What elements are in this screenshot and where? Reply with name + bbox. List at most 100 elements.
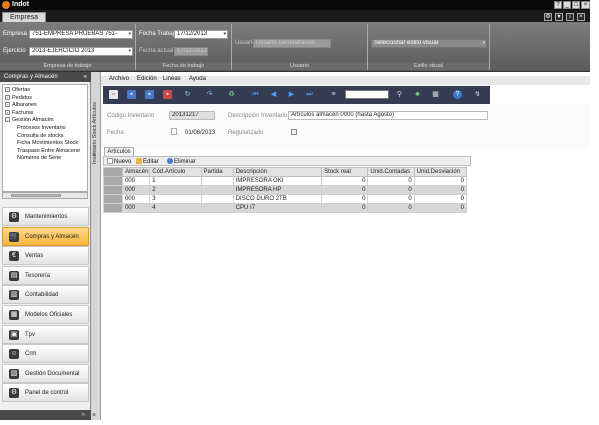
module-button[interactable]: ⚙ Mantenimientos — [2, 207, 89, 226]
module-button[interactable]: ▣ Tpv — [2, 324, 89, 344]
maximize-button[interactable]: □ — [572, 1, 580, 9]
toolbar-search-input[interactable] — [345, 90, 389, 99]
table-cell[interactable]: 0 — [321, 176, 369, 186]
menu-edicion[interactable]: Edición — [137, 76, 157, 82]
next-record-icon[interactable]: ▶ — [287, 90, 296, 99]
module-button[interactable]: ▤ Tesorería — [2, 265, 89, 285]
close-icon[interactable]: × — [92, 412, 96, 419]
search-icon[interactable]: ⚲ — [395, 90, 404, 99]
table-row[interactable]: 000 4 CPU I7 0 0 0 — [102, 203, 468, 213]
navigation-panel-footer[interactable]: » — [0, 410, 91, 420]
tree-item[interactable]: + Facturas — [5, 109, 33, 116]
table-cell[interactable]: 000 — [122, 194, 151, 204]
table-cell[interactable] — [200, 194, 234, 204]
menu-lineas[interactable]: Lineas — [163, 76, 181, 82]
tab-articulos[interactable]: Artículos — [104, 147, 134, 156]
table-cell[interactable]: 0 — [367, 203, 415, 213]
list-icon[interactable]: ≡ — [329, 90, 338, 99]
column-header-stock-real[interactable]: Stock real — [321, 167, 369, 177]
tree-item[interactable]: + Ofertas — [5, 87, 30, 93]
column-header-descripcion[interactable]: Descripción — [232, 167, 323, 177]
settings-icon[interactable]: ⚙ — [544, 13, 552, 21]
recycle-icon[interactable]: ♻ — [227, 90, 236, 99]
menu-ayuda[interactable]: Ayuda — [189, 76, 206, 82]
descripcion-inventario-field[interactable]: Artículos almacén 0000 (hasta Agosto) — [288, 111, 488, 120]
calculator-icon[interactable]: ▦ — [431, 90, 440, 99]
close-document-icon[interactable]: × — [92, 152, 96, 159]
tree-horizontal-scrollbar[interactable] — [2, 192, 88, 199]
table-row[interactable]: 000 1 IMPRESORA OKI 0 0 0 — [102, 176, 468, 186]
empresa-select[interactable]: 751-EMPRESA PRUEBAS 751- ▾ — [29, 30, 133, 39]
expand-icon[interactable]: + — [5, 87, 10, 92]
module-button[interactable]: ▧ Gestión Documental — [2, 363, 89, 383]
table-cell[interactable]: 0 — [367, 185, 415, 195]
editar-button[interactable]: Editar — [136, 158, 159, 165]
table-cell[interactable]: 2 — [149, 185, 202, 195]
tree-item[interactable]: + Pedidos — [5, 94, 32, 101]
tree-item[interactable]: Números de Serie — [17, 155, 61, 161]
module-button[interactable]: ▥ Contabilidad — [2, 285, 89, 305]
tree-item[interactable]: - Gestión Almacén — [5, 117, 54, 123]
last-record-icon[interactable]: ⏭ — [305, 90, 314, 99]
tree-item[interactable]: Consulta de stocks — [17, 133, 63, 139]
table-cell[interactable]: 0 — [413, 194, 468, 204]
users-icon[interactable]: ♣ — [413, 90, 422, 99]
tree-item[interactable]: + Albaranes — [5, 102, 37, 108]
table-cell[interactable]: 4 — [149, 203, 202, 213]
table-cell[interactable]: 000 — [122, 203, 151, 213]
exit-icon[interactable]: × — [577, 13, 585, 21]
calendar-icon[interactable] — [171, 128, 177, 135]
module-button[interactable]: ☺ Crm — [2, 344, 89, 364]
new-document-icon[interactable]: ▫ — [109, 90, 118, 99]
close-button[interactable]: × — [581, 1, 590, 9]
column-header-partida[interactable]: Partida — [200, 167, 234, 177]
table-cell[interactable]: 0 — [321, 185, 369, 195]
table-cell[interactable]: IMPRESORA HP — [232, 185, 323, 195]
table-cell[interactable] — [200, 176, 234, 186]
table-cell[interactable]: 3 — [149, 194, 202, 204]
save-as-icon[interactable]: ▪ — [145, 90, 154, 99]
save-icon[interactable]: ▾ — [555, 13, 563, 21]
row-selector[interactable] — [102, 194, 124, 204]
previous-record-icon[interactable]: ◀ — [269, 90, 278, 99]
table-cell[interactable]: 0 — [367, 176, 415, 186]
column-header-unid-contadas[interactable]: Unid.Contadas — [367, 167, 415, 177]
table-cell[interactable]: DISCO DURO 2TB — [232, 194, 323, 204]
column-header-unid-desviacion[interactable]: Unid.Desviación — [413, 167, 468, 177]
table-cell[interactable] — [200, 185, 234, 195]
codigo-inventario-field[interactable]: 20131217 — [169, 111, 215, 120]
table-cell[interactable]: 1 — [149, 176, 202, 186]
fecha-trabajo-input[interactable]: 17/12/2013 ▾ — [174, 30, 228, 39]
table-cell[interactable] — [200, 203, 234, 213]
help-icon[interactable]: ? — [554, 1, 562, 9]
collapse-icon[interactable]: - — [5, 117, 10, 123]
table-cell[interactable]: 0 — [321, 194, 369, 204]
tree-item[interactable]: Ficha Movimientos Stock — [17, 140, 78, 146]
table-cell[interactable]: 000 — [122, 185, 151, 195]
table-cell[interactable]: 000 — [122, 176, 151, 186]
ribbon-tab-empresa[interactable]: Empresa — [2, 12, 46, 22]
save-icon[interactable]: ▪ — [127, 90, 136, 99]
row-selector[interactable] — [102, 185, 124, 195]
table-cell[interactable]: CPU I7 — [232, 203, 323, 213]
info-icon[interactable]: i — [566, 13, 574, 21]
module-button[interactable]: 🛒 Compras y Almacén — [2, 226, 89, 246]
ejercicio-select[interactable]: 2013-EJERCICIO 2013 ▾ — [29, 47, 133, 56]
tree-item[interactable]: Procesos Inventario — [17, 125, 66, 131]
table-cell[interactable]: 0 — [413, 176, 468, 186]
collapse-icon[interactable]: « — [84, 72, 87, 82]
table-cell[interactable]: 0 — [321, 203, 369, 213]
expand-icon[interactable]: + — [5, 109, 10, 115]
table-cell[interactable]: IMPRESORA OKI — [232, 176, 323, 186]
menu-archivo[interactable]: Archivo — [109, 76, 129, 82]
eliminar-button[interactable]: Eliminar — [167, 158, 196, 165]
table-cell[interactable]: 0 — [367, 194, 415, 204]
expand-icon[interactable]: + — [5, 102, 10, 108]
delete-icon[interactable]: ▪ — [163, 90, 172, 99]
help-icon[interactable]: ? — [453, 90, 462, 99]
redo-icon[interactable]: ↷ — [205, 90, 214, 99]
minimize-button[interactable]: _ — [563, 1, 571, 9]
table-row[interactable]: 000 2 IMPRESORA HP 0 0 0 — [102, 185, 468, 195]
column-header-almacen[interactable]: Almacén — [122, 167, 151, 177]
row-selector[interactable] — [102, 176, 124, 186]
